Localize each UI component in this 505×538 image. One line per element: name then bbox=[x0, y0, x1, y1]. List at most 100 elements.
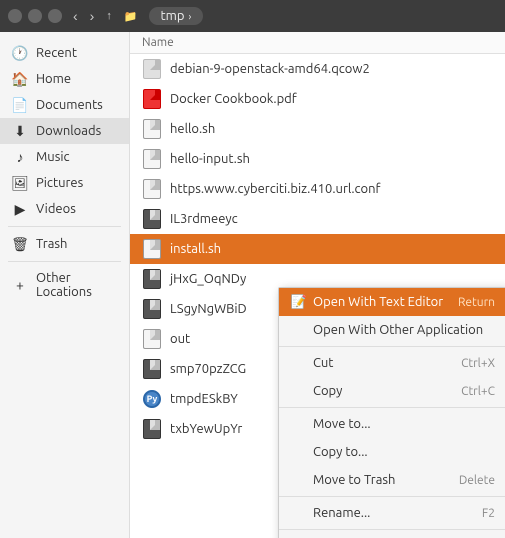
sidebar-label-home: Home bbox=[36, 72, 71, 86]
forward-button[interactable]: › bbox=[85, 6, 100, 26]
context-menu-open-other[interactable]: Open With Other Application bbox=[279, 316, 505, 344]
sidebar-label-documents: Documents bbox=[36, 98, 103, 112]
main-layout: 🕐 Recent 🏠 Home 📄 Documents ⬇ Downloads … bbox=[0, 32, 505, 538]
location-chevron: › bbox=[188, 11, 191, 22]
context-menu-copy-to[interactable]: Copy to... bbox=[279, 438, 505, 466]
context-menu-move-to[interactable]: Move to... bbox=[279, 410, 505, 438]
rename-label: Rename... bbox=[313, 506, 370, 520]
rename-shortcut: F2 bbox=[482, 507, 495, 520]
context-sep-2 bbox=[279, 407, 505, 408]
file-item-hello-input[interactable]: hello-input.sh bbox=[130, 144, 505, 174]
pictures-icon: 🖼 bbox=[12, 175, 28, 191]
context-sep-1 bbox=[279, 346, 505, 347]
context-sep-3 bbox=[279, 496, 505, 497]
titlebar: ‹ › ↑ 📁 tmp › bbox=[0, 0, 505, 32]
file-name-hello-sh: hello.sh bbox=[170, 122, 215, 136]
sidebar-item-documents[interactable]: 📄 Documents bbox=[0, 92, 129, 118]
file-icon-debian bbox=[142, 59, 162, 79]
file-item-install[interactable]: install.sh bbox=[130, 234, 505, 264]
sidebar-item-home[interactable]: 🏠 Home bbox=[0, 66, 129, 92]
recent-icon: 🕐 bbox=[12, 45, 28, 61]
sidebar-separator-2 bbox=[8, 261, 121, 262]
table-header: Name bbox=[130, 32, 505, 54]
file-item-debian[interactable]: debian-9-openstack-amd64.qcow2 bbox=[130, 54, 505, 84]
context-menu-cut[interactable]: Cut Ctrl+X bbox=[279, 349, 505, 377]
file-name-docker: Docker Cookbook.pdf bbox=[170, 92, 297, 106]
file-item-il3rd[interactable]: IL3rdmeeyc bbox=[130, 204, 505, 234]
trash-icon: 🗑 bbox=[12, 236, 28, 252]
sidebar-separator bbox=[8, 226, 121, 227]
copy-icon bbox=[291, 383, 307, 399]
cut-icon bbox=[291, 355, 307, 371]
move-trash-shortcut: Delete bbox=[459, 474, 495, 487]
context-menu-move-trash[interactable]: Move to Trash Delete bbox=[279, 466, 505, 494]
file-name-smp70: smp70pzZCG bbox=[170, 362, 246, 376]
sidebar-item-trash[interactable]: 🗑 Trash bbox=[0, 231, 129, 257]
sidebar-item-music[interactable]: ♪ Music bbox=[0, 144, 129, 170]
open-other-label: Open With Other Application bbox=[313, 323, 483, 337]
sidebar-item-videos[interactable]: ▶ Videos bbox=[0, 196, 129, 222]
context-menu: 📝 Open With Text Editor Return Open With… bbox=[278, 287, 505, 538]
folder-icon[interactable]: 📁 bbox=[119, 8, 143, 25]
file-icon-smp70 bbox=[142, 359, 162, 379]
file-icon-install bbox=[142, 239, 162, 259]
downloads-icon: ⬇ bbox=[12, 123, 28, 139]
rename-icon bbox=[291, 505, 307, 521]
music-icon: ♪ bbox=[12, 149, 28, 165]
file-name-tmpd: tmpdESkBY bbox=[170, 392, 238, 406]
back-button[interactable]: ‹ bbox=[68, 6, 83, 26]
file-icon-txb bbox=[142, 419, 162, 439]
file-icon-hello-input bbox=[142, 149, 162, 169]
sidebar-item-pictures[interactable]: 🖼 Pictures bbox=[0, 170, 129, 196]
file-name-install: install.sh bbox=[170, 242, 221, 256]
file-icon-lsgy bbox=[142, 299, 162, 319]
file-name-out: out bbox=[170, 332, 190, 346]
open-text-editor-label: Open With Text Editor bbox=[313, 295, 443, 309]
file-icon-jhxg bbox=[142, 269, 162, 289]
videos-icon: ▶ bbox=[12, 201, 28, 217]
file-icon-tmpd: Py bbox=[142, 389, 162, 409]
context-menu-rename[interactable]: Rename... F2 bbox=[279, 499, 505, 527]
text-editor-icon: 📝 bbox=[291, 294, 307, 310]
file-content: Name debian-9-openstack-amd64.qcow2 Dock… bbox=[130, 32, 505, 538]
copy-label: Copy bbox=[313, 384, 342, 398]
copy-to-icon bbox=[291, 444, 307, 460]
sidebar-label-music: Music bbox=[36, 150, 70, 164]
home-icon: 🏠 bbox=[12, 71, 28, 87]
file-icon-out bbox=[142, 329, 162, 349]
move-trash-label: Move to Trash bbox=[313, 473, 395, 487]
sidebar-label-recent: Recent bbox=[36, 46, 77, 60]
up-button[interactable]: ↑ bbox=[101, 8, 117, 24]
close-button[interactable] bbox=[8, 9, 22, 23]
copy-shortcut: Ctrl+C bbox=[461, 385, 495, 398]
file-name-jhxg: jHxG_OqNDy bbox=[170, 272, 246, 286]
column-name: Name bbox=[142, 36, 174, 49]
sidebar-item-recent[interactable]: 🕐 Recent bbox=[0, 40, 129, 66]
context-menu-open-text-editor[interactable]: 📝 Open With Text Editor Return bbox=[279, 288, 505, 316]
file-name-lsgy: LSgyNgWBiD bbox=[170, 302, 247, 316]
file-name-debian: debian-9-openstack-amd64.qcow2 bbox=[170, 62, 370, 76]
cut-label: Cut bbox=[313, 356, 333, 370]
documents-icon: 📄 bbox=[12, 97, 28, 113]
move-to-icon bbox=[291, 416, 307, 432]
maximize-button[interactable] bbox=[48, 9, 62, 23]
sidebar-label-videos: Videos bbox=[36, 202, 76, 216]
file-item-url-conf[interactable]: https.www.cyberciti.biz.410.url.conf bbox=[130, 174, 505, 204]
minimize-button[interactable] bbox=[28, 9, 42, 23]
nav-buttons: ‹ › ↑ 📁 bbox=[68, 6, 143, 26]
move-trash-icon bbox=[291, 472, 307, 488]
sidebar-item-other-locations[interactable]: + Other Locations bbox=[0, 266, 129, 304]
open-text-editor-shortcut: Return bbox=[458, 296, 495, 309]
file-item-docker[interactable]: Docker Cookbook.pdf bbox=[130, 84, 505, 114]
sidebar-label-trash: Trash bbox=[36, 237, 67, 251]
sidebar-label-downloads: Downloads bbox=[36, 124, 101, 138]
context-menu-copy[interactable]: Copy Ctrl+C bbox=[279, 377, 505, 405]
context-menu-compress[interactable]: Compress... bbox=[279, 532, 505, 538]
location-bar[interactable]: tmp › bbox=[149, 7, 204, 25]
context-sep-4 bbox=[279, 529, 505, 530]
move-to-label: Move to... bbox=[313, 417, 371, 431]
sidebar-item-downloads[interactable]: ⬇ Downloads bbox=[0, 118, 129, 144]
file-icon-hello-sh bbox=[142, 119, 162, 139]
file-icon-docker bbox=[142, 89, 162, 109]
file-item-hello-sh[interactable]: hello.sh bbox=[130, 114, 505, 144]
